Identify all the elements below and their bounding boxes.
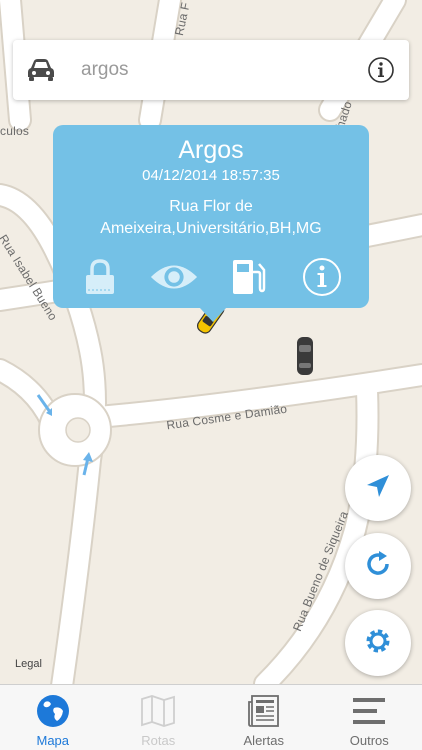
tab-alertas[interactable]: Alertas: [211, 685, 317, 750]
tab-label-alertas: Alertas: [243, 733, 284, 748]
fuel-pump-icon[interactable]: [223, 255, 273, 299]
tab-label-outros: Outros: [349, 733, 389, 748]
tab-label-mapa: Mapa: [36, 733, 70, 748]
eye-icon[interactable]: [149, 255, 199, 299]
gear-icon: [363, 626, 393, 661]
refresh-icon: [363, 549, 393, 584]
refresh-button[interactable]: [345, 533, 411, 599]
lock-icon[interactable]: [75, 255, 125, 299]
locate-button[interactable]: [345, 455, 411, 521]
car-icon[interactable]: [19, 48, 63, 92]
popup-address: Rua Flor de Ameixeira,Universitário,BH,M…: [100, 198, 322, 237]
search-bar: [13, 40, 409, 100]
search-input[interactable]: [81, 59, 361, 81]
info-icon[interactable]: [361, 50, 401, 90]
info-circle-icon[interactable]: [297, 255, 347, 299]
legal-link[interactable]: Legal: [15, 658, 42, 670]
menu-icon: [349, 693, 389, 729]
popup-datetime: 04/12/2014 18:57:35: [142, 167, 280, 184]
popup-actions: [53, 255, 369, 299]
tab-outros[interactable]: Outros: [317, 685, 422, 750]
tab-label-rotas: Rotas: [141, 733, 176, 748]
tab-bar: Mapa Rotas Alertas Outros: [0, 684, 422, 750]
popup-title: Argos: [178, 136, 244, 164]
navigation-arrow-icon: [365, 473, 391, 504]
newspaper-icon: [244, 693, 284, 729]
vehicle-info-popup: Argos 04/12/2014 18:57:35 Rua Flor de Am…: [53, 125, 369, 322]
map-icon: [138, 693, 178, 729]
tab-mapa[interactable]: Mapa: [0, 685, 106, 750]
globe-icon: [33, 693, 73, 729]
street-label-culos: culos: [0, 124, 30, 138]
settings-button[interactable]: [345, 610, 411, 676]
tab-rotas[interactable]: Rotas: [106, 685, 212, 750]
